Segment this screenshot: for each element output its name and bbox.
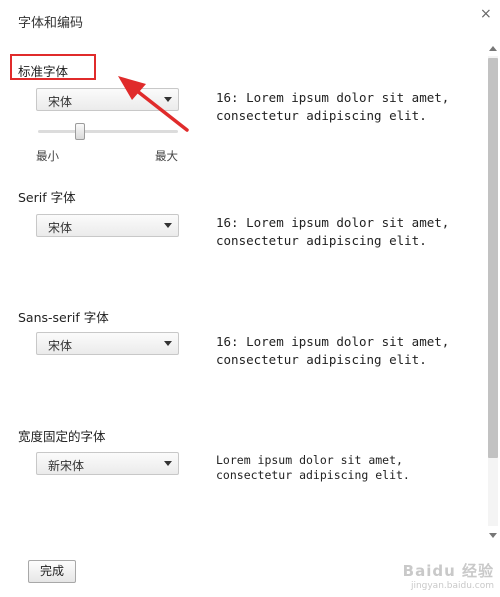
scrollbar-thumb[interactable] <box>488 58 498 458</box>
sans-serif-font-select[interactable]: 宋体 <box>36 332 179 355</box>
sans-serif-font-value: 宋体 <box>48 339 73 353</box>
watermark-brand: Baidu 经验 <box>402 562 494 580</box>
standard-font-preview: 16: Lorem ipsum dolor sit amet, consecte… <box>216 90 450 123</box>
fixed-width-font-preview: Lorem ipsum dolor sit amet, consectetur … <box>216 453 410 482</box>
chevron-down-icon <box>164 223 172 228</box>
serif-font-select[interactable]: 宋体 <box>36 214 179 237</box>
font-size-slider-thumb[interactable] <box>75 123 85 140</box>
sans-serif-font-label: Sans-serif 字体 <box>18 310 109 325</box>
serif-font-preview: 16: Lorem ipsum dolor sit amet, consecte… <box>216 215 450 248</box>
watermark-url: jingyan.baidu.com <box>410 581 494 591</box>
font-settings-dialog: 字体和编码 × 标准字体 宋体 16: Lorem ipsum dolor si… <box>0 0 500 597</box>
fixed-width-font-label: 宽度固定的字体 <box>18 429 106 444</box>
dialog-title: 字体和编码 <box>18 16 84 31</box>
sans-serif-font-preview: 16: Lorem ipsum dolor sit amet, consecte… <box>216 334 450 367</box>
chevron-down-icon <box>164 461 172 466</box>
vertical-scrollbar[interactable] <box>486 40 498 545</box>
chevron-down-icon <box>164 341 172 346</box>
done-button[interactable]: 完成 <box>28 560 76 583</box>
standard-font-value: 宋体 <box>48 95 73 109</box>
fixed-width-font-value: 新宋体 <box>48 459 85 473</box>
serif-font-value: 宋体 <box>48 221 73 235</box>
close-icon[interactable]: × <box>480 6 492 22</box>
fixed-width-font-select[interactable]: 新宋体 <box>36 452 179 475</box>
standard-font-label: 标准字体 <box>18 64 69 79</box>
scroll-down-arrow-icon[interactable] <box>489 533 497 538</box>
slider-max-label: 最大 <box>155 149 178 163</box>
scroll-up-arrow-icon[interactable] <box>489 46 497 51</box>
slider-min-label: 最小 <box>36 149 59 163</box>
font-size-slider-track[interactable] <box>38 130 178 133</box>
serif-font-label: Serif 字体 <box>18 190 76 205</box>
watermark: Baidu 经验 jingyan.baidu.com <box>403 560 494 591</box>
